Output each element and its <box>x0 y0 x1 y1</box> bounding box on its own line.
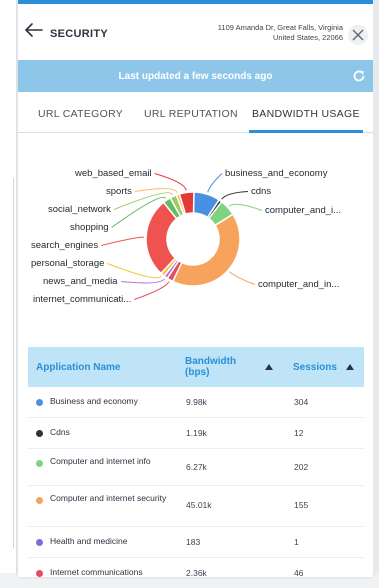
label-leader-line <box>134 281 170 300</box>
series-color-dot <box>36 399 43 406</box>
address-line-2: United States, 22066 <box>272 32 343 42</box>
series-color-dot <box>36 460 43 467</box>
donut-slice[interactable] <box>171 213 241 287</box>
label-leader-line <box>135 188 178 193</box>
tab-bar: URL CATEGORY URL REPUTATION BANDWIDTH US… <box>18 98 373 133</box>
tab-bandwidth-usage[interactable]: BANDWIDTH USAGE <box>252 108 360 120</box>
chart-slice-label: computer_and_i... <box>265 205 341 216</box>
background-page-edge <box>0 0 17 573</box>
active-tab-indicator <box>249 130 363 133</box>
series-color-dot <box>36 570 43 577</box>
label-leader-line <box>101 236 145 246</box>
column-header-bandwidth[interactable]: Bandwidth (bps) <box>185 356 255 378</box>
label-leader-line <box>229 203 263 211</box>
chart-slice-label: sports <box>106 186 132 197</box>
bandwidth-value: 9.98k <box>186 397 207 407</box>
last-updated-banner: Last updated a few seconds ago <box>18 60 373 92</box>
table-row[interactable]: Cdns 1.19k 12 <box>28 418 364 449</box>
column-header-application-name[interactable]: Application Name <box>36 362 120 373</box>
label-leader-line <box>121 278 165 284</box>
bandwidth-value: 2.36k <box>186 568 207 578</box>
table-header: Application Name Bandwidth (bps) Session… <box>28 347 364 387</box>
app-name: Health and medicine <box>50 536 128 546</box>
tab-url-reputation[interactable]: URL REPUTATION <box>144 108 238 120</box>
close-icon[interactable] <box>348 25 368 45</box>
chart-slice-label: business_and_economy <box>225 168 328 179</box>
app-name: Business and economy <box>50 396 138 406</box>
sessions-value: 1 <box>294 537 299 547</box>
bandwidth-donut-chart: business_and_economycdns computer_and_i..… <box>18 159 373 319</box>
bandwidth-value: 1.19k <box>186 428 207 438</box>
sessions-value: 202 <box>294 462 309 472</box>
applications-table: Application Name Bandwidth (bps) Session… <box>28 347 364 588</box>
table-row[interactable]: Internet communications 2.36k 46 <box>28 558 364 588</box>
sessions-value: 304 <box>294 397 309 407</box>
bandwidth-value: 183 <box>186 537 201 547</box>
label-leader-line <box>207 173 223 193</box>
label-leader-line <box>154 173 187 191</box>
location-address: 1109 Amanda Dr, Great Falls, Virginia Un… <box>218 23 343 42</box>
sort-up-icon[interactable] <box>346 364 354 370</box>
series-color-dot <box>36 430 43 437</box>
label-leader-line <box>229 271 256 285</box>
bandwidth-value: 45.01k <box>186 500 212 510</box>
sessions-value: 12 <box>294 428 304 438</box>
table-row[interactable]: Computer and internet info 6.27k 202 <box>28 449 364 486</box>
donut-chart-svg: business_and_economycdns computer_and_i..… <box>31 168 341 305</box>
chart-slice-label: web_based_email <box>74 168 152 179</box>
page-title: SECURITY <box>50 28 109 40</box>
table-row[interactable]: Computer and internet security 45.01k 15… <box>28 486 364 527</box>
app-name: Cdns <box>50 427 70 437</box>
chart-slice-label: social_network <box>48 204 111 215</box>
chart-slice-label: shopping <box>70 222 109 233</box>
back-arrow-icon[interactable] <box>24 22 44 38</box>
column-header-sessions[interactable]: Sessions <box>293 362 337 373</box>
bandwidth-value: 6.27k <box>186 462 207 472</box>
chart-slice-label: internet_communicati... <box>33 294 131 305</box>
table-row[interactable]: Business and economy 9.98k 304 <box>28 387 364 418</box>
app-name: Computer and internet security <box>50 493 167 503</box>
sessions-value: 46 <box>294 568 304 578</box>
table-row[interactable]: Health and medicine 183 1 <box>28 527 364 558</box>
address-line-1: 1109 Amanda Dr, Great Falls, Virginia <box>217 23 343 32</box>
chart-slice-label: search_engines <box>31 240 98 251</box>
chart-slice-label: personal_storage <box>31 258 104 269</box>
sort-up-icon[interactable] <box>265 364 273 370</box>
app-name: Computer and internet info <box>50 456 151 466</box>
last-updated-text: Last updated a few seconds ago <box>118 71 273 82</box>
sessions-value: 155 <box>294 500 309 510</box>
chart-slice-label: computer_and_in... <box>258 279 339 290</box>
panel-header: SECURITY 1109 Amanda Dr, Great Falls, Vi… <box>18 4 373 56</box>
series-color-dot <box>36 539 43 546</box>
security-panel: SECURITY 1109 Amanda Dr, Great Falls, Vi… <box>18 0 373 578</box>
chart-slice-label: news_and_media <box>43 276 118 287</box>
series-color-dot <box>36 497 43 504</box>
scrollbar-track[interactable] <box>373 0 379 573</box>
refresh-icon[interactable] <box>352 69 366 83</box>
chart-slice-label: cdns <box>251 186 271 197</box>
tab-url-category[interactable]: URL CATEGORY <box>38 108 123 120</box>
label-leader-line <box>221 191 249 200</box>
